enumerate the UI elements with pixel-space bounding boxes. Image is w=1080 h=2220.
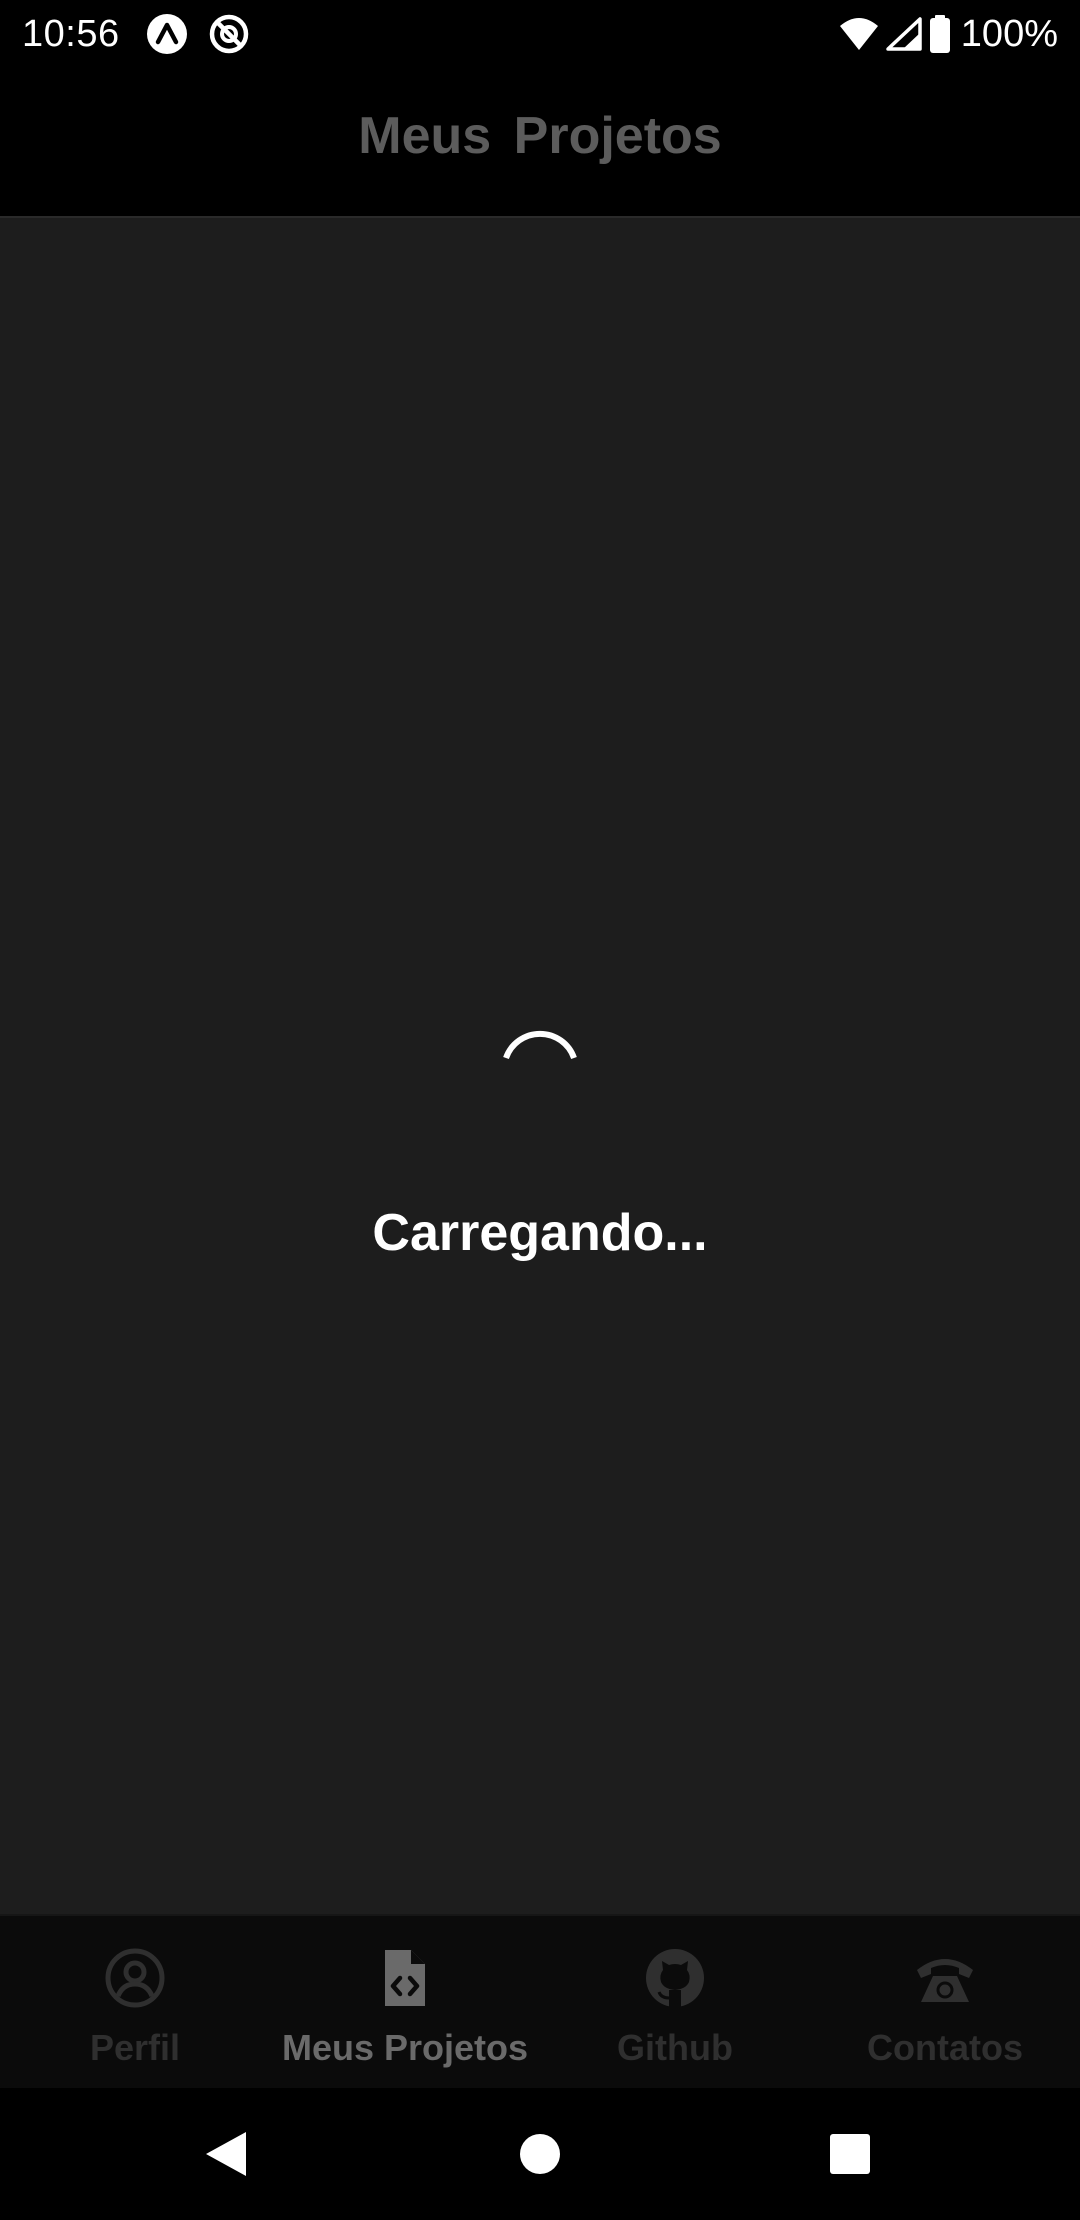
telephone-icon xyxy=(917,1959,973,2002)
tab-perfil[interactable]: Perfil xyxy=(0,1916,270,2088)
home-button[interactable] xyxy=(498,2112,582,2196)
loading-spinner-icon xyxy=(503,1030,577,1060)
app-notification-icon-1 xyxy=(147,14,187,54)
recents-button[interactable] xyxy=(808,2112,892,2196)
tab-label: Github xyxy=(617,2027,733,2068)
status-bar: 10:56 100% xyxy=(0,0,1080,68)
app-notification-icon-2 xyxy=(209,14,249,54)
tab-contatos[interactable]: Contatos xyxy=(810,1916,1080,2088)
cellular-signal-icon xyxy=(886,17,922,51)
user-circle-icon xyxy=(105,1948,165,2008)
battery-icon xyxy=(929,15,950,53)
tab-label: Meus Projetos xyxy=(281,2027,529,2068)
tab-meus-projetos[interactable]: Meus Projetos xyxy=(270,1916,540,2088)
bottom-tab-bar: Perfil Meus Projetos Github Contatos xyxy=(0,1914,1080,2088)
system-navigation-bar xyxy=(0,2088,1080,2220)
wifi-icon xyxy=(839,18,878,50)
status-time: 10:56 xyxy=(22,13,120,55)
app-header: Meus Projetos xyxy=(0,68,1080,218)
github-icon xyxy=(646,1949,704,2007)
status-right-group: 100% xyxy=(839,8,1058,60)
tab-label: Perfil xyxy=(89,2027,181,2068)
page-title: Meus Projetos xyxy=(358,107,722,165)
home-icon xyxy=(520,2134,560,2174)
tab-github[interactable]: Github xyxy=(540,1916,810,2088)
recents-icon xyxy=(830,2134,870,2174)
back-button[interactable] xyxy=(184,2112,268,2196)
loading-text: Carregando... xyxy=(372,1204,708,1262)
battery-percentage: 100% xyxy=(960,13,1058,55)
code-file-icon xyxy=(385,1950,425,2006)
back-icon xyxy=(206,2132,246,2176)
tab-label: Contatos xyxy=(867,2027,1023,2068)
